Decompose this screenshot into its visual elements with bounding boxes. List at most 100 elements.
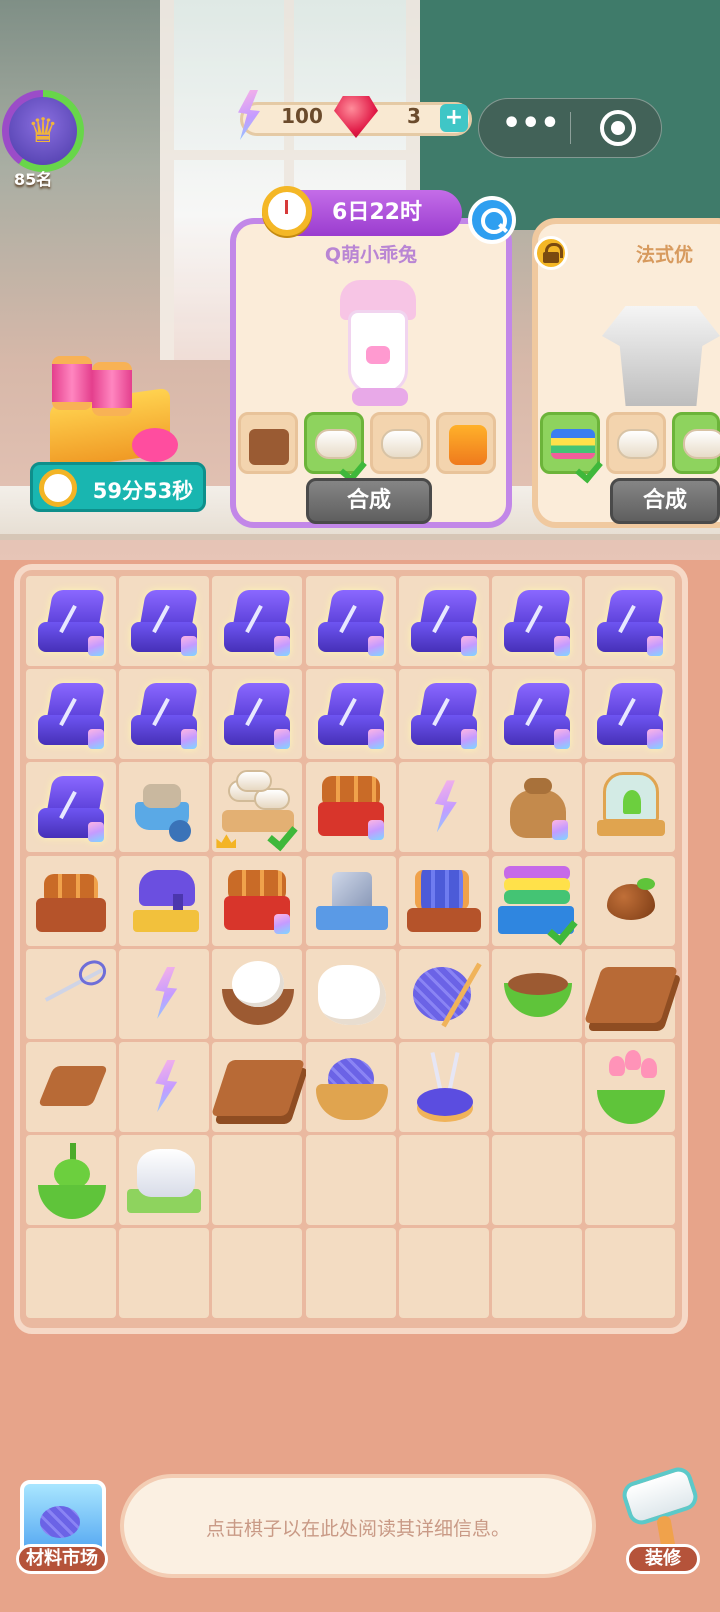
board-cell-seed[interactable]: [585, 855, 676, 946]
board-cell-empty[interactable]: [212, 1135, 303, 1226]
add-gems-button[interactable]: +: [440, 104, 468, 132]
board-cell-sewing-kit[interactable]: [492, 669, 582, 760]
board-cell-sprout-pot[interactable]: [26, 1135, 116, 1226]
board-cell-sewing-kit[interactable]: [26, 669, 116, 760]
board-cell-sewing-machine[interactable]: [119, 855, 210, 946]
board-cell-sewing-kit[interactable]: [492, 576, 582, 666]
check-icon: [577, 455, 603, 477]
requirement-slot[interactable]: [304, 412, 364, 474]
board-cell-greenhouse[interactable]: [585, 762, 676, 853]
requirement-slot[interactable]: [540, 412, 600, 474]
seed-icon: [607, 877, 656, 920]
capsule-divider: [570, 112, 571, 144]
board-cell-empty[interactable]: [305, 1135, 396, 1226]
stone-cart-icon: [129, 776, 201, 843]
board-cell-sewing-kit[interactable]: [212, 576, 303, 666]
board-cell-empty[interactable]: [26, 1228, 116, 1319]
board-cell-towel-tray[interactable]: [212, 762, 303, 853]
board-cell-empty[interactable]: [585, 1135, 676, 1226]
search-icon[interactable]: [468, 196, 516, 244]
board-cell-sewing-kit[interactable]: [119, 576, 210, 666]
board-cell-tulip-pot[interactable]: [585, 1042, 676, 1132]
board-cell-sewing-kit[interactable]: [585, 576, 676, 666]
stone-block-icon: [315, 871, 388, 934]
board-cell-cotton-bowl[interactable]: [212, 948, 303, 1039]
board-cell-energy-bolt[interactable]: [119, 1042, 210, 1132]
requirement-slot[interactable]: [238, 412, 298, 474]
board-cell-needle[interactable]: [26, 948, 116, 1039]
yarn-icon: [40, 1506, 80, 1538]
towel-roll-icon: [617, 429, 659, 459]
requirement-slot[interactable]: [370, 412, 430, 474]
board-cell-pin-cushion[interactable]: [398, 1042, 489, 1132]
board-cell-log-chest[interactable]: [212, 855, 303, 946]
close-mini-program-button[interactable]: [600, 110, 636, 146]
sewing-kit-icon: [314, 683, 388, 750]
board-cell-planks[interactable]: [584, 948, 679, 1039]
board-cell-empty[interactable]: [492, 1042, 582, 1132]
board-cell-energy-bolt[interactable]: [119, 948, 210, 1039]
board-cell-empty[interactable]: [305, 1228, 396, 1319]
sewing-kit-icon: [34, 776, 108, 843]
more-menu-button[interactable]: •••: [502, 109, 560, 144]
outfit-overalls: [330, 280, 426, 410]
check-icon: [341, 455, 367, 477]
board-cell-soil-bowl[interactable]: [492, 948, 582, 1039]
board-cell-sewing-kit[interactable]: [398, 576, 489, 666]
board-cell-sewing-kit[interactable]: [212, 669, 303, 760]
requirement-slot[interactable]: [606, 412, 666, 474]
board-cell-empty[interactable]: [119, 1228, 210, 1319]
board-cell-yarn-basket[interactable]: [305, 1042, 396, 1132]
board-cell-sewing-kit[interactable]: [398, 669, 489, 760]
sewing-kit-icon: [593, 590, 667, 656]
order-name: 法式优: [636, 244, 694, 266]
greenhouse-icon: [595, 770, 667, 842]
board-cell-empty[interactable]: [585, 1228, 676, 1319]
material-market-label[interactable]: 材料市场: [16, 1544, 108, 1574]
gift-box[interactable]: [40, 356, 180, 471]
sewing-kit-icon: [500, 683, 574, 750]
board-cell-seed-sack[interactable]: [492, 762, 582, 853]
planks-icon: [584, 966, 679, 1023]
board-cell-fabric-stack[interactable]: [492, 855, 582, 946]
synthesize-button[interactable]: 合成: [610, 478, 720, 524]
requirement-slot[interactable]: [672, 412, 720, 474]
decorate-label[interactable]: 装修: [626, 1544, 700, 1574]
board-cell-sewing-kit[interactable]: [26, 762, 116, 853]
board-cell-energy-bolt[interactable]: [398, 762, 489, 853]
cotton-bowl-icon: [222, 959, 295, 1031]
board-cell-sewing-kit[interactable]: [26, 576, 116, 666]
lock-icon: [534, 236, 568, 270]
gem-count: 3: [407, 104, 421, 128]
board-cell-empty[interactable]: [492, 1228, 582, 1319]
board-cell-cloth-pile[interactable]: [119, 1135, 210, 1226]
board-cell-empty[interactable]: [492, 1135, 582, 1226]
requirement-slot[interactable]: [436, 412, 496, 474]
energy-bolt-icon: [155, 1060, 178, 1112]
crown-icon: ♛: [9, 97, 77, 165]
board-cell-plank[interactable]: [26, 1042, 116, 1132]
sewing-kit-icon: [314, 590, 388, 656]
alarm-clock-icon: [262, 186, 312, 236]
board-cell-stone-cart[interactable]: [119, 762, 210, 853]
board-cell-stone-block[interactable]: [305, 855, 396, 946]
board-cell-log-crate[interactable]: [26, 855, 116, 946]
board-cell-sewing-kit[interactable]: [119, 669, 210, 760]
board-cell-sewing-kit[interactable]: [305, 669, 396, 760]
board-cell-cotton-fluff[interactable]: [305, 948, 396, 1039]
board-cell-empty[interactable]: [398, 1228, 489, 1319]
board-cell-empty[interactable]: [398, 1135, 489, 1226]
board-cell-sewing-kit[interactable]: [585, 669, 676, 760]
board-cell-spool-frame[interactable]: [398, 855, 489, 946]
crown-icon: [216, 834, 237, 849]
synthesize-button[interactable]: 合成: [306, 478, 432, 524]
board-cell-sewing-kit[interactable]: [305, 576, 396, 666]
sewing-kit-icon: [127, 683, 201, 750]
towel-roll-icon: [683, 429, 720, 459]
board-cell-planks[interactable]: [211, 1042, 306, 1132]
board-cell-empty[interactable]: [212, 1228, 303, 1319]
rank-avatar[interactable]: ♛: [2, 90, 84, 172]
board-cell-log-chest[interactable]: [305, 762, 396, 853]
board-cell-yarn-ball[interactable]: [398, 948, 489, 1039]
energy-bolt-icon: [434, 780, 457, 833]
